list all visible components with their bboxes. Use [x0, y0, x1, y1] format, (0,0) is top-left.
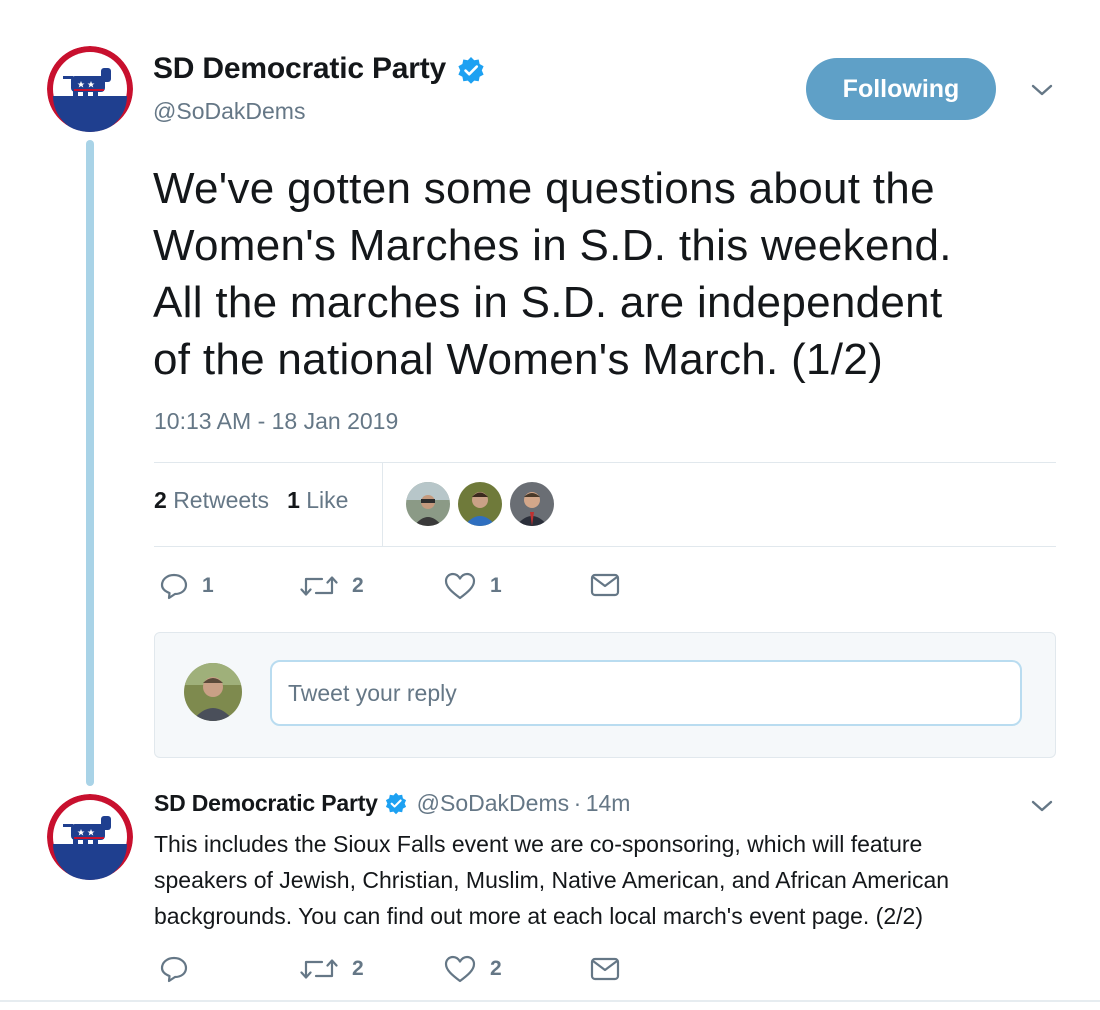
stats-divider-top	[154, 462, 1056, 463]
reply-icon	[160, 573, 188, 600]
author-avatar[interactable]	[47, 46, 133, 132]
thread-reply-retweet-count: 2	[352, 957, 364, 980]
retweet-count: 2	[352, 574, 364, 597]
direct-message-icon	[590, 573, 620, 597]
likes-count: 1	[287, 487, 300, 513]
party-logo	[47, 794, 133, 880]
retweet-icon	[300, 576, 338, 596]
verified-badge-icon	[384, 792, 408, 821]
engagement-stats: 2 Retweets 1 Like	[154, 487, 348, 514]
party-logo	[47, 46, 133, 132]
thread-reply-author-handle[interactable]: @SoDakDems	[417, 790, 569, 816]
direct-message-action[interactable]	[590, 572, 620, 598]
author-name[interactable]: SD Democratic Party	[153, 52, 446, 85]
reply-input[interactable]: Tweet your reply	[270, 660, 1022, 726]
retweet-icon	[300, 959, 338, 979]
likes-stat[interactable]: 1 Like	[287, 487, 348, 513]
heart-icon	[444, 572, 476, 600]
chevron-down-icon	[1031, 800, 1053, 812]
thread-reply-direct-message-action[interactable]	[590, 956, 620, 982]
thread-bottom-divider	[0, 1000, 1100, 1002]
thread-reply-separator: ·	[573, 790, 582, 816]
verified-badge-icon	[456, 56, 486, 91]
thread-reply-text: This includes the Sioux Falls event we a…	[154, 831, 950, 929]
reply-icon	[160, 956, 188, 983]
retweeter-avatar[interactable]	[406, 482, 450, 526]
current-user-avatar[interactable]	[184, 663, 242, 721]
liker-avatar[interactable]	[510, 482, 554, 526]
author-handle[interactable]: @SoDakDems	[153, 98, 305, 125]
tweet-options-chevron[interactable]	[1030, 82, 1054, 103]
reply-action[interactable]: 1	[160, 572, 214, 600]
heart-icon	[444, 955, 476, 983]
following-button[interactable]: Following	[806, 58, 996, 120]
stats-vertical-divider	[382, 463, 383, 547]
tweet-text: We've gotten some questions about the Wo…	[153, 164, 952, 384]
reply-input-placeholder: Tweet your reply	[288, 679, 457, 706]
thread-reply-options-chevron[interactable]	[1030, 798, 1054, 819]
thread-reply-like-count: 2	[490, 957, 502, 980]
thread-reply-like-action[interactable]: 2	[444, 955, 502, 983]
thread-reply-retweet-action[interactable]: 2	[300, 955, 364, 983]
likes-label: Like	[306, 487, 349, 513]
thread-reply-avatar[interactable]	[47, 794, 133, 880]
thread-connector-line	[86, 140, 94, 786]
reply-count: 1	[202, 574, 214, 597]
thread-reply-reply-action[interactable]	[160, 955, 202, 983]
like-count: 1	[490, 574, 502, 597]
direct-message-icon	[590, 957, 620, 981]
retweet-action[interactable]: 2	[300, 572, 364, 600]
chevron-down-icon	[1031, 84, 1053, 96]
retweeter-avatar[interactable]	[458, 482, 502, 526]
stats-divider-bottom	[154, 546, 1056, 547]
retweets-stat[interactable]: 2 Retweets	[154, 487, 269, 513]
thread-reply-author-name[interactable]: SD Democratic Party	[154, 790, 378, 816]
thread-reply-header: SD Democratic Party @SoDakDems · 14m	[154, 790, 630, 821]
tweet-timestamp[interactable]: 10:13 AM - 18 Jan 2019	[154, 408, 398, 435]
retweets-count: 2	[154, 487, 167, 513]
like-action[interactable]: 1	[444, 572, 502, 600]
author-header: SD Democratic Party	[153, 52, 486, 91]
thread-reply-age[interactable]: 14m	[586, 790, 631, 816]
retweets-label: Retweets	[173, 487, 270, 513]
